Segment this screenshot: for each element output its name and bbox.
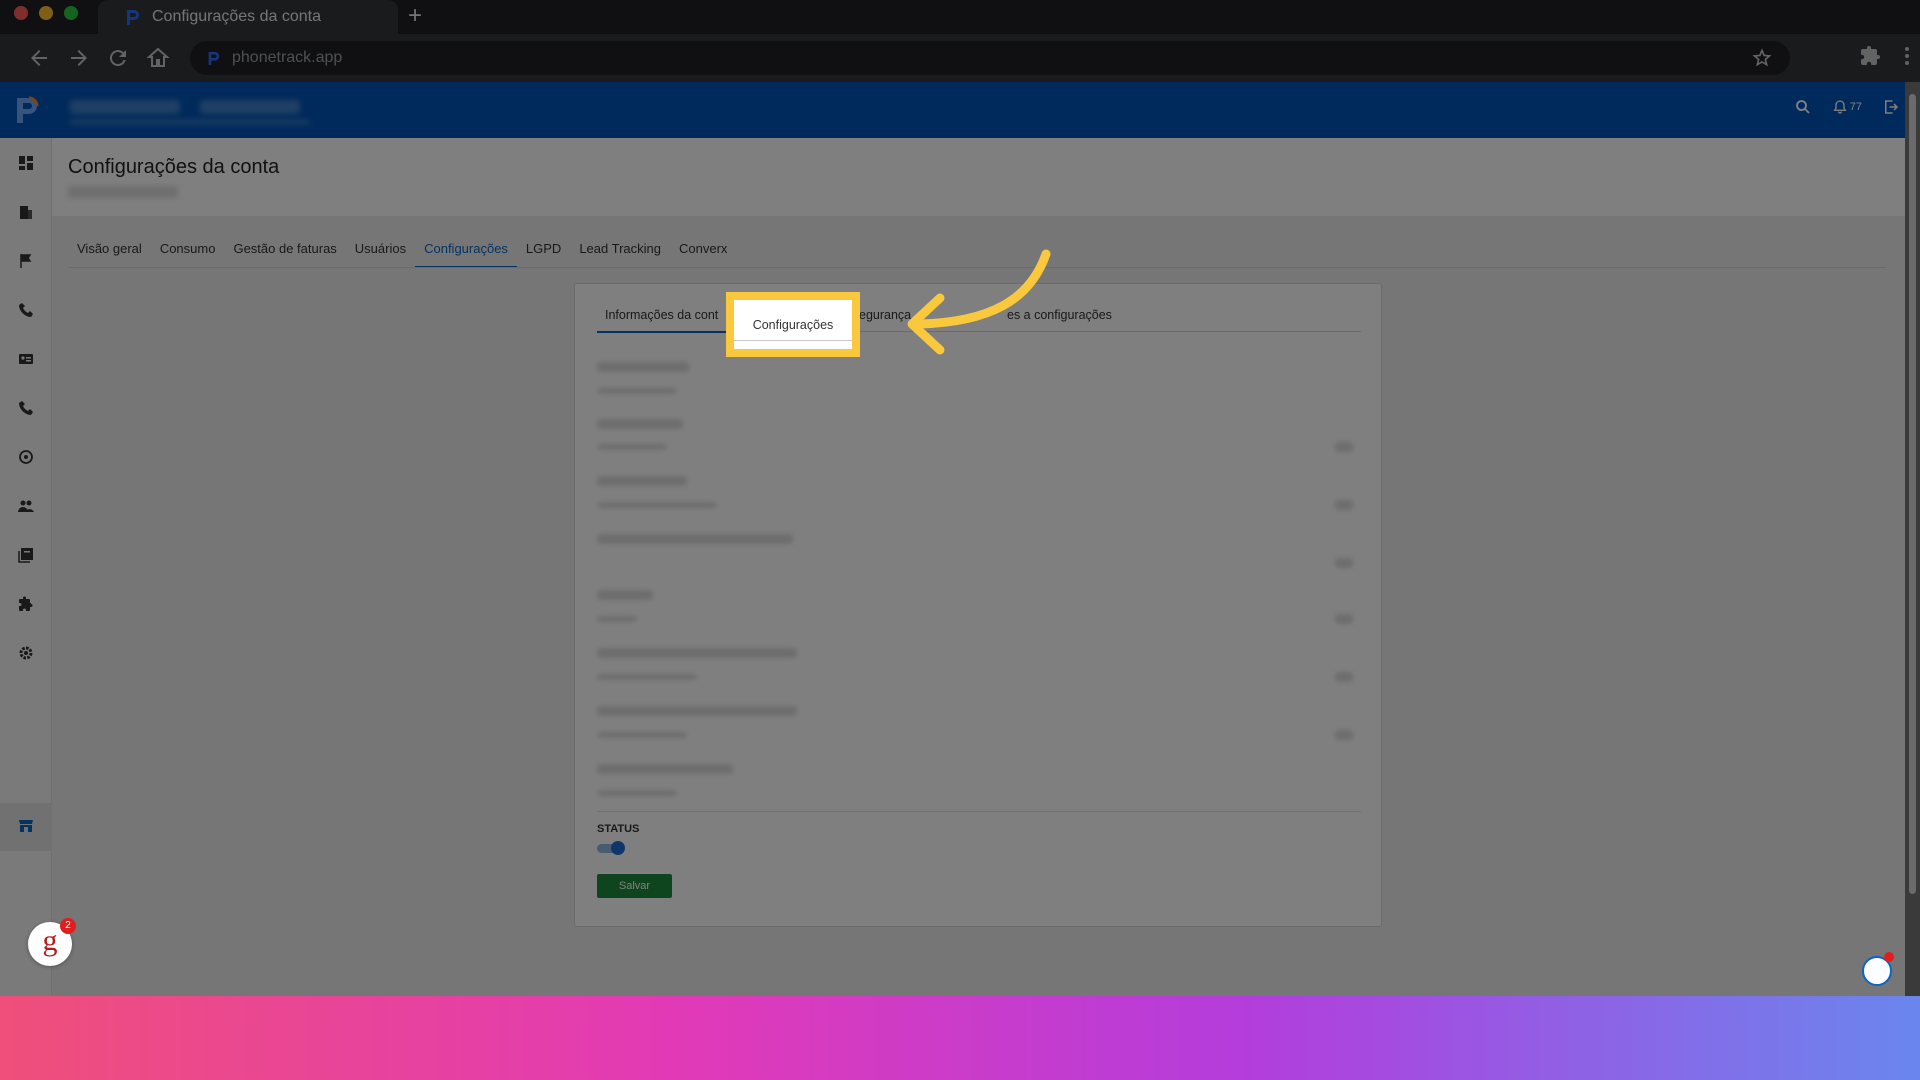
sidebar: [0, 138, 52, 996]
account-id-blurred: [200, 100, 300, 114]
notification-count: 77: [1849, 101, 1862, 113]
tab-converx[interactable]: Converx: [670, 234, 736, 264]
field-value-blurred: [597, 616, 637, 622]
minimize-window-button[interactable]: [39, 6, 53, 20]
tab-lgpd[interactable]: LGPD: [517, 234, 570, 264]
field-value-blurred: [597, 790, 677, 796]
home-icon[interactable]: [146, 46, 170, 70]
topbar-actions: 77: [1794, 98, 1900, 116]
reload-icon[interactable]: [106, 46, 130, 70]
bookmark-star-icon[interactable]: [1752, 48, 1772, 68]
tab-gestao-de-faturas[interactable]: Gestão de faturas: [224, 234, 345, 264]
maximize-window-button[interactable]: [64, 6, 78, 20]
field-label-blurred: [597, 706, 797, 716]
scrollbar-thumb[interactable]: [1909, 94, 1916, 894]
field-label-blurred: [597, 534, 793, 544]
flag-icon[interactable]: [18, 253, 34, 269]
subtab-underline: [734, 340, 852, 341]
call-icon[interactable]: [18, 400, 34, 416]
users-icon[interactable]: [18, 498, 34, 514]
field-label-blurred: [597, 590, 653, 600]
building-icon[interactable]: [18, 204, 34, 220]
store-icon[interactable]: [18, 818, 34, 834]
dashboard-icon[interactable]: [18, 155, 34, 171]
decorative-gradient-bar: [0, 996, 1920, 1080]
field-label-blurred: [597, 362, 689, 372]
account-bar-blurred: [70, 120, 310, 124]
address-bar[interactable]: phonetrack.app: [190, 41, 1790, 75]
notifications-button[interactable]: 77: [1832, 98, 1862, 116]
forward-arrow-icon[interactable]: [67, 46, 91, 70]
field-value-blurred: [597, 732, 687, 738]
toggle-knob: [611, 841, 625, 855]
highlighted-subtab-configuracoes[interactable]: Configurações: [726, 292, 860, 357]
contact-card-icon[interactable]: [18, 351, 34, 367]
settings-card: Informações da cont egurança es a config…: [574, 283, 1382, 927]
extensions-puzzle-icon[interactable]: [1858, 44, 1882, 68]
field-label-blurred: [597, 419, 683, 429]
chat-badge: [1884, 952, 1894, 962]
phone-icon[interactable]: [18, 302, 34, 318]
field-control-blurred: [1335, 672, 1353, 682]
form-divider: [597, 811, 1361, 812]
page-header: Configurações da conta: [52, 138, 1920, 216]
target-icon[interactable]: [18, 449, 34, 465]
browser-tabstrip: Configurações da conta +: [0, 0, 1920, 34]
field-value-blurred: [597, 388, 677, 394]
logout-icon[interactable]: [1882, 98, 1900, 116]
library-icon[interactable]: [18, 547, 34, 563]
subtab-informacoes-da-conta[interactable]: Informações da cont: [596, 308, 731, 333]
save-button[interactable]: Salvar: [597, 874, 672, 898]
tab-lead-tracking[interactable]: Lead Tracking: [570, 234, 670, 264]
phonetrack-favicon-icon: [127, 10, 139, 25]
tutorial-arrow-icon: [907, 249, 1051, 355]
tab-usuarios[interactable]: Usuários: [346, 234, 415, 264]
app-window: 77 Configurações da conta Visão geral Co…: [0, 82, 1920, 996]
close-window-button[interactable]: [14, 6, 28, 20]
field-control-blurred: [1335, 558, 1353, 568]
field-control-blurred: [1335, 442, 1353, 452]
new-tab-button[interactable]: +: [408, 3, 422, 29]
bell-icon: [1833, 100, 1847, 114]
g-badge-count: 2: [60, 918, 76, 934]
browser-tab[interactable]: Configurações da conta: [98, 0, 398, 34]
chat-support-widget[interactable]: [1862, 952, 1894, 986]
page-subtitle-blurred: [68, 186, 178, 198]
account-name-blurred: [70, 100, 180, 114]
tab-consumo[interactable]: Consumo: [151, 234, 225, 264]
browser-tab-title: Configurações da conta: [152, 8, 321, 25]
phonetrack-logo[interactable]: [0, 82, 52, 138]
g-assistant-widget[interactable]: g 2: [28, 918, 76, 966]
field-control-blurred: [1335, 614, 1353, 624]
url-text: phonetrack.app: [232, 49, 343, 66]
status-label: STATUS: [597, 823, 640, 835]
field-control-blurred: [1335, 500, 1353, 510]
status-toggle[interactable]: [597, 840, 625, 856]
account-tabs: Visão geral Consumo Gestão de faturas Us…: [68, 234, 736, 268]
browser-menu-icon[interactable]: [1904, 44, 1910, 68]
settings-gear-icon[interactable]: [18, 645, 34, 661]
back-arrow-icon[interactable]: [27, 46, 51, 70]
field-control-blurred: [1335, 730, 1353, 740]
tab-visao-geral[interactable]: Visão geral: [68, 234, 151, 264]
app-topbar: 77: [0, 82, 1920, 138]
g-logo-icon: g: [42, 924, 58, 957]
search-icon[interactable]: [1794, 98, 1812, 116]
browser-toolbar: phonetrack.app: [0, 34, 1920, 82]
page-title: Configurações da conta: [68, 156, 280, 178]
field-label-blurred: [597, 764, 733, 774]
site-favicon-icon: [208, 51, 220, 65]
field-label-blurred: [597, 476, 687, 486]
field-value-blurred: [597, 502, 717, 508]
field-value-blurred: [597, 674, 697, 680]
field-value-blurred: [597, 444, 667, 450]
highlighted-subtab-label: Configurações: [752, 317, 834, 332]
puzzle-icon[interactable]: [18, 596, 34, 612]
field-label-blurred: [597, 648, 797, 658]
page-scrollbar[interactable]: [1905, 82, 1920, 996]
tab-configuracoes[interactable]: Configurações: [415, 234, 517, 268]
